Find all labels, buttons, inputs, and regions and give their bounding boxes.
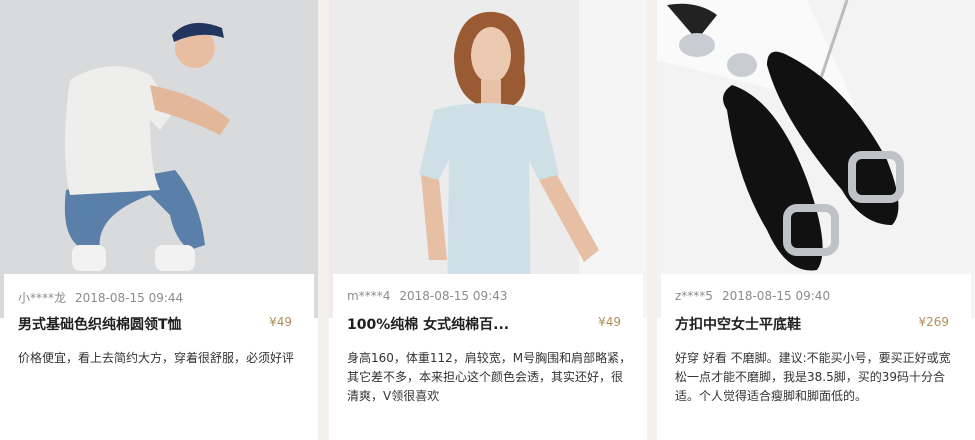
reviewer-name: m****4 [347, 289, 391, 303]
model-in-vneck-image [329, 0, 647, 318]
review-card[interactable]: z****5 2018-08-15 09:40 方扣中空女士平底鞋 ¥269 好穿… [657, 0, 975, 440]
product-photo-flat-shoes[interactable] [657, 0, 975, 318]
flat-shoes-image [657, 0, 975, 318]
product-title[interactable]: 方扣中空女士平底鞋 [675, 314, 871, 334]
review-meta: 小****龙 2018-08-15 09:44 [18, 289, 183, 306]
review-comment: 价格便宜，看上去简约大方，穿着很舒服，必须好评 [18, 351, 295, 365]
product-title[interactable]: 男式基础色织纯棉圆领T恤 [18, 314, 214, 334]
product-photo-womens-tshirt[interactable] [329, 0, 647, 318]
product-price: ¥49 [598, 315, 621, 329]
model-in-tshirt-image [0, 0, 318, 318]
review-meta: z****5 2018-08-15 09:40 [675, 289, 830, 303]
review-info: 小****龙 2018-08-15 09:44 男式基础色织纯棉圆领T恤 ¥49 … [4, 274, 314, 440]
product-price: ¥269 [918, 315, 949, 329]
product-price: ¥49 [269, 315, 292, 329]
product-title[interactable]: 100%纯棉 女式纯棉百... [347, 314, 543, 334]
reviewer-name: 小****龙 [18, 291, 67, 305]
product-photo-mens-tshirt[interactable] [0, 0, 318, 318]
review-datetime: 2018-08-15 09:40 [721, 289, 831, 303]
review-datetime: 2018-08-15 09:44 [75, 291, 184, 305]
review-card[interactable]: m****4 2018-08-15 09:43 100%纯棉 女式纯棉百... ¥… [329, 0, 647, 440]
reviewer-name: z****5 [675, 289, 713, 303]
review-card[interactable]: 小****龙 2018-08-15 09:44 男式基础色织纯棉圆领T恤 ¥49 … [0, 0, 318, 440]
review-datetime: 2018-08-15 09:43 [399, 289, 508, 303]
review-info: m****4 2018-08-15 09:43 100%纯棉 女式纯棉百... ¥… [333, 274, 643, 440]
review-meta: m****4 2018-08-15 09:43 [347, 289, 507, 303]
review-info: z****5 2018-08-15 09:40 方扣中空女士平底鞋 ¥269 好穿… [661, 274, 971, 440]
review-comment: 身高160，体重112，肩较宽，M号胸围和肩部略紧，其它差不多，本来担心这个颜色… [347, 351, 632, 403]
review-comment: 好穿 好看 不磨脚。建议:不能买小号，要买正好或宽松一点才能不磨脚，我是38.5… [675, 351, 951, 403]
